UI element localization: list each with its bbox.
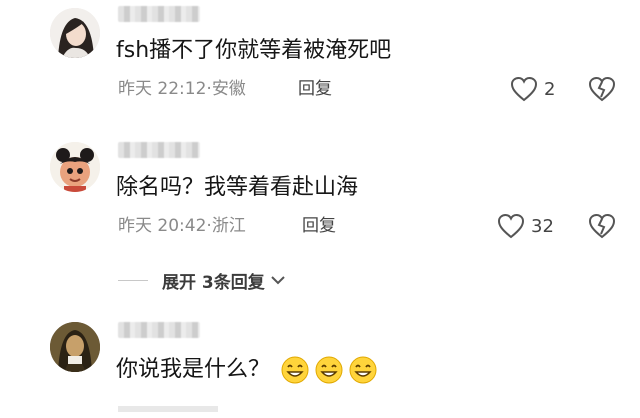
like-count: 2: [544, 78, 556, 100]
chevron-down-icon: [271, 276, 285, 285]
heart-icon: [497, 213, 525, 239]
comment-body: 你说我是什么？: [116, 355, 378, 385]
grin-emoji-icon: [314, 355, 344, 385]
expand-replies-label: 展开 3条回复: [162, 272, 265, 293]
comment-2: 除名吗？我等着看赴山海 昨天 20:42·浙江 回复 32: [0, 140, 640, 260]
comment-time: 昨天 22:12: [118, 79, 207, 99]
like-button[interactable]: 32: [497, 211, 554, 241]
mona-lisa-avatar-icon: [50, 322, 100, 372]
expand-replies-button[interactable]: 展开 3条回复: [118, 268, 287, 293]
comment-text: fsh播不了你就等着被淹死吧: [116, 38, 392, 63]
comment-meta: 昨天 22:12·安徽: [118, 78, 246, 100]
username-blurred[interactable]: [118, 322, 200, 338]
broken-heart-icon: [588, 213, 616, 239]
cartoon-character-avatar-icon: [50, 142, 100, 192]
avatar[interactable]: [50, 322, 100, 372]
comment-text: 你说我是什么？: [116, 357, 271, 382]
comment-location: 浙江: [211, 216, 246, 236]
reply-button[interactable]: 回复: [302, 215, 336, 237]
dislike-button[interactable]: [588, 213, 616, 243]
comment-location: 安徽: [211, 79, 246, 99]
divider: [118, 279, 148, 281]
like-button[interactable]: 2: [510, 74, 555, 104]
avatar[interactable]: [50, 142, 100, 192]
comment-text: 除名吗？我等着看赴山海: [116, 175, 359, 200]
heart-icon: [510, 76, 538, 102]
grin-emoji-icon: [348, 355, 378, 385]
grin-emoji-icon: [280, 355, 310, 385]
broken-heart-icon: [588, 76, 616, 102]
comment-1: fsh播不了你就等着被淹死吧 昨天 22:12·安徽 回复 2: [0, 0, 640, 120]
comment-time: 昨天 20:42: [118, 216, 207, 236]
avatar[interactable]: [50, 8, 100, 58]
reply-button[interactable]: 回复: [298, 78, 332, 100]
dislike-button[interactable]: [588, 76, 616, 106]
comment-meta: 昨天 20:42·浙江: [118, 215, 246, 237]
like-count: 32: [531, 215, 554, 237]
username-blurred[interactable]: [118, 6, 200, 22]
comment-3: 你说我是什么？: [0, 318, 640, 412]
comment-meta-cutoff: [118, 396, 218, 418]
woman-portrait-avatar-icon: [50, 8, 100, 58]
username-blurred[interactable]: [118, 142, 200, 158]
